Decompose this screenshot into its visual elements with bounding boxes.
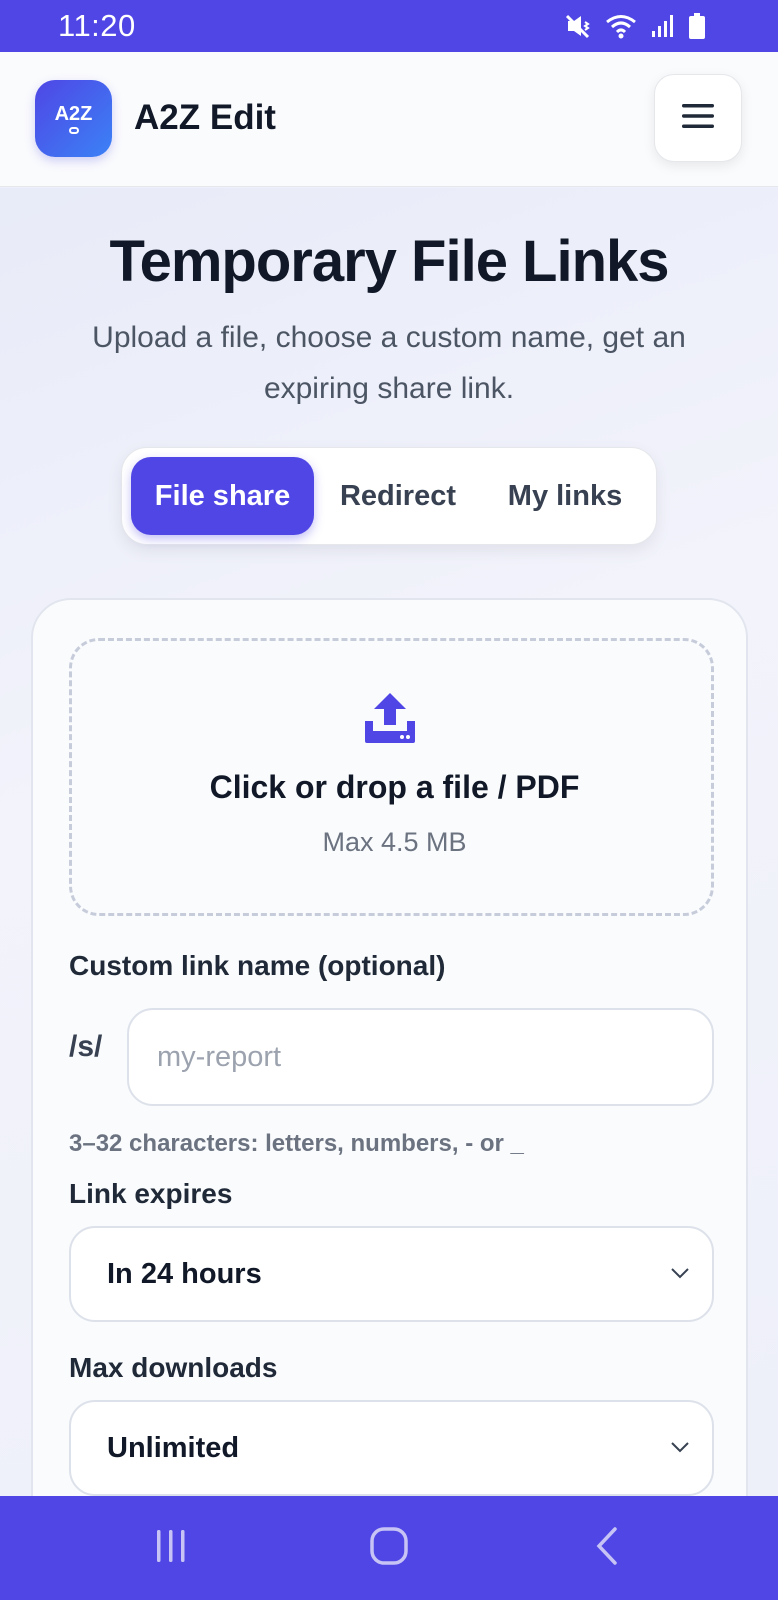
tab-file-share[interactable]: File share (131, 457, 314, 535)
file-share-card: Click or drop a file / PDF Max 4.5 MB Cu… (31, 598, 748, 1538)
battery-icon (688, 12, 706, 40)
max-downloads-select[interactable]: Unlimited (69, 1400, 714, 1496)
max-downloads-label: Max downloads (69, 1352, 278, 1383)
link-prefix: /s/ (69, 1030, 103, 1063)
tab-my-links[interactable]: My links (482, 457, 648, 535)
upload-icon (362, 689, 418, 750)
tab-redirect[interactable]: Redirect (318, 457, 478, 535)
wifi-icon (604, 13, 638, 39)
file-dropzone[interactable]: Click or drop a file / PDF Max 4.5 MB (69, 638, 714, 916)
mute-vibrate-icon (564, 13, 592, 39)
back-icon (593, 1526, 621, 1571)
custom-name-helper: 3–32 characters: letters, numbers, - or … (69, 1130, 524, 1157)
back-button[interactable] (547, 1496, 667, 1600)
logo-mark-icon (68, 126, 79, 134)
home-icon (369, 1526, 409, 1571)
menu-button[interactable] (654, 74, 742, 162)
expires-select[interactable]: In 24 hours (69, 1226, 714, 1322)
dropzone-title: Click or drop a file / PDF (209, 769, 580, 805)
app-header: A2Z A2Z Edit (0, 52, 778, 187)
page-title: Temporary File Links (109, 229, 669, 294)
expires-label: Link expires (69, 1178, 233, 1209)
logo-text: A2Z (54, 102, 93, 125)
dropzone-hint: Max 4.5 MB (322, 827, 467, 857)
chevron-down-icon (670, 1266, 690, 1285)
hamburger-menu-icon (681, 103, 715, 134)
tab-bar: File share Redirect My links (121, 447, 657, 545)
recent-apps-button[interactable] (111, 1496, 231, 1600)
chevron-down-icon (670, 1440, 690, 1459)
page-subtitle: Upload a file, choose a custom name, get… (92, 321, 686, 405)
app-logo[interactable]: A2Z (35, 80, 112, 157)
custom-name-label: Custom link name (optional) (69, 950, 446, 981)
status-icons (564, 12, 706, 40)
max-downloads-value: Unlimited (107, 1431, 240, 1464)
custom-name-input[interactable] (127, 1008, 714, 1106)
recent-apps-icon (153, 1528, 189, 1569)
home-button[interactable] (329, 1496, 449, 1600)
expires-value: In 24 hours (107, 1257, 262, 1290)
status-bar: 11:20 (0, 0, 778, 52)
signal-icon (650, 13, 676, 39)
status-time: 11:20 (58, 8, 136, 43)
app-name[interactable]: A2Z Edit (134, 98, 276, 138)
system-nav-bar (0, 1496, 778, 1600)
main-content: Temporary File Links Upload a file, choo… (0, 188, 778, 1538)
